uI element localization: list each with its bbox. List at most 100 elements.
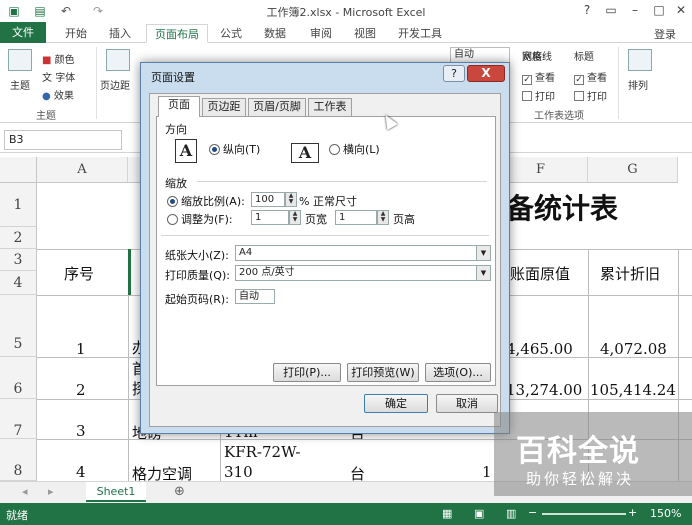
first-page-input[interactable]: 自动 xyxy=(235,289,275,304)
fit-radio[interactable]: 调整为(F): xyxy=(167,211,233,227)
cell-e8: 1 xyxy=(482,463,492,481)
arrange-icon[interactable] xyxy=(628,49,652,71)
dropdown-arrow-icon: ▼ xyxy=(476,246,490,260)
dialog-tab-sheet[interactable]: 工作表 xyxy=(308,98,352,116)
ribbon-tabs: 文件 开始 插入 页面布局 公式 数据 审阅 视图 开发工具 登录 xyxy=(0,22,692,43)
scale-spinner[interactable]: ▲ ▼ xyxy=(285,192,297,207)
fonts-label: 字体 xyxy=(55,73,76,84)
maximize-icon[interactable]: □ xyxy=(648,2,670,18)
row-header-8[interactable]: 8 xyxy=(0,439,37,481)
dialog-close-button[interactable]: X xyxy=(467,65,505,82)
checkbox-empty-icon xyxy=(574,91,584,101)
headings-print-checkbox[interactable]: 打印 xyxy=(574,88,607,103)
fonts-button[interactable]: 文 字体 xyxy=(42,69,75,84)
dialog-tab-header-footer[interactable]: 页眉/页脚 xyxy=(248,98,306,116)
gridlines-print-checkbox[interactable]: 打印 xyxy=(522,88,555,103)
tab-formulas[interactable]: 公式 xyxy=(212,24,250,43)
ok-button[interactable]: 确定 xyxy=(364,394,428,413)
page-setup-dialog: 页面设置 ? X 页面 页边距 页眉/页脚 工作表 方向 A 纵向(T) A 横… xyxy=(140,62,510,434)
ribbon-separator xyxy=(96,47,97,119)
dialog-tab-page[interactable]: 页面 xyxy=(158,96,200,117)
add-sheet-icon[interactable]: ⊕ xyxy=(174,484,185,499)
headings-group-label: 标题 xyxy=(574,52,594,63)
headings-view-checkbox[interactable]: ✓ 查看 xyxy=(574,69,607,85)
landscape-page-icon: A xyxy=(291,143,319,163)
cell-c8-line2: 310 xyxy=(224,463,253,481)
cancel-button[interactable]: 取消 xyxy=(436,394,498,413)
zoom-level[interactable]: 150% xyxy=(650,507,681,520)
select-all-corner[interactable] xyxy=(0,157,37,183)
landscape-label: 横向(L) xyxy=(343,143,380,156)
effects-label: 效果 xyxy=(53,91,74,102)
row-header-1[interactable]: 1 xyxy=(0,183,37,227)
row-header-7[interactable]: 7 xyxy=(0,399,37,439)
width-select[interactable]: 自动 xyxy=(450,47,510,63)
print-quality-value: 200 点/英寸 xyxy=(239,267,295,278)
tab-review[interactable]: 审阅 xyxy=(302,24,340,43)
scale-input[interactable]: 100 xyxy=(251,192,285,207)
paper-size-label: 纸张大小(Z): xyxy=(165,249,229,262)
row-header-6[interactable]: 6 xyxy=(0,357,37,399)
portrait-radio[interactable]: 纵向(T) xyxy=(209,141,260,157)
themes-icon[interactable] xyxy=(8,49,32,71)
print-preview-button[interactable]: 打印预览(W) xyxy=(347,363,419,382)
paper-size-select[interactable]: A4 ▼ xyxy=(235,245,491,261)
row-header-3[interactable]: 3 xyxy=(0,249,37,271)
zoom-in-icon[interactable]: + xyxy=(628,506,637,519)
fit-tall-spinner[interactable]: ▲ ▼ xyxy=(377,210,389,225)
print-quality-label: 打印质量(Q): xyxy=(165,269,230,282)
portrait-label: 纵向(T) xyxy=(223,143,261,156)
fit-wide-spinner[interactable]: ▲ ▼ xyxy=(289,210,301,225)
cell-f6: 13,274.00 xyxy=(506,381,583,399)
normal-view-icon[interactable]: ▦ xyxy=(442,507,452,520)
tab-file[interactable]: 文件 xyxy=(0,22,46,43)
ribbon-separator xyxy=(618,47,619,119)
tab-insert[interactable]: 插入 xyxy=(100,24,140,43)
cell-g6: 105,414.24 xyxy=(590,381,676,399)
name-box[interactable]: B3 xyxy=(4,130,122,150)
title-bar: ▣ ▤ ↶ ↷ 工作簿2.xlsx - Microsoft Excel ? ▭ … xyxy=(0,0,692,22)
dialog-tab-margins[interactable]: 页边距 xyxy=(202,98,246,116)
zoom-out-icon[interactable]: − xyxy=(528,506,537,519)
landscape-radio[interactable]: 横向(L) xyxy=(329,141,380,157)
dialog-page-panel: 方向 A 纵向(T) A 横向(L) 缩放 缩放比例(A): 100 ▲ ▼ % … xyxy=(156,116,496,386)
page-layout-view-icon[interactable]: ▣ xyxy=(474,507,484,520)
dialog-help-button[interactable]: ? xyxy=(443,65,465,82)
login-link[interactable]: 登录 xyxy=(654,26,676,42)
checkbox-checked-icon: ✓ xyxy=(522,75,532,85)
tab-page-layout[interactable]: 页面布局 xyxy=(146,24,208,43)
close-window-icon[interactable]: ✕ xyxy=(670,2,692,18)
colors-button[interactable]: ■ 颜色 xyxy=(42,51,75,66)
row-header-4[interactable]: 4 xyxy=(0,271,37,295)
row-header-2[interactable]: 2 xyxy=(0,227,37,249)
tab-data[interactable]: 数据 xyxy=(256,24,294,43)
arrange-button[interactable]: 排列 xyxy=(628,77,648,92)
fit-tall-input[interactable]: 1 xyxy=(335,210,377,225)
themes-button[interactable]: 主题 xyxy=(10,77,30,92)
margins-button[interactable]: 页边距 xyxy=(100,77,130,92)
column-header-a[interactable]: A xyxy=(37,157,128,183)
column-header-g[interactable]: G xyxy=(588,157,678,183)
section-divider xyxy=(197,181,487,182)
help-icon[interactable]: ? xyxy=(576,2,598,18)
row-header-5[interactable]: 5 xyxy=(0,295,37,357)
page-break-view-icon[interactable]: ▥ xyxy=(506,507,516,520)
fit-wide-input[interactable]: 1 xyxy=(251,210,289,225)
next-sheet-icon[interactable]: ▸ xyxy=(48,485,54,498)
minimize-icon[interactable]: – xyxy=(624,2,646,18)
tab-view[interactable]: 视图 xyxy=(346,24,384,43)
print-quality-select[interactable]: 200 点/英寸 ▼ xyxy=(235,265,491,281)
options-button[interactable]: 选项(O)... xyxy=(425,363,491,382)
effects-button[interactable]: ● 效果 xyxy=(42,87,74,102)
cell-g5: 4,072.08 xyxy=(600,340,667,358)
gridlines-view-checkbox[interactable]: ✓ 查看 xyxy=(522,69,555,85)
scale-radio[interactable]: 缩放比例(A): xyxy=(167,193,245,209)
margins-icon[interactable] xyxy=(106,49,130,71)
tab-developer[interactable]: 开发工具 xyxy=(392,24,448,43)
zoom-slider[interactable] xyxy=(542,513,626,515)
sheet-tab-sheet1[interactable]: Sheet1 xyxy=(86,482,146,502)
tab-home[interactable]: 开始 xyxy=(56,24,96,43)
prev-sheet-icon[interactable]: ◂ xyxy=(22,485,28,498)
print-button[interactable]: 打印(P)... xyxy=(273,363,341,382)
ribbon-display-icon[interactable]: ▭ xyxy=(600,2,622,18)
